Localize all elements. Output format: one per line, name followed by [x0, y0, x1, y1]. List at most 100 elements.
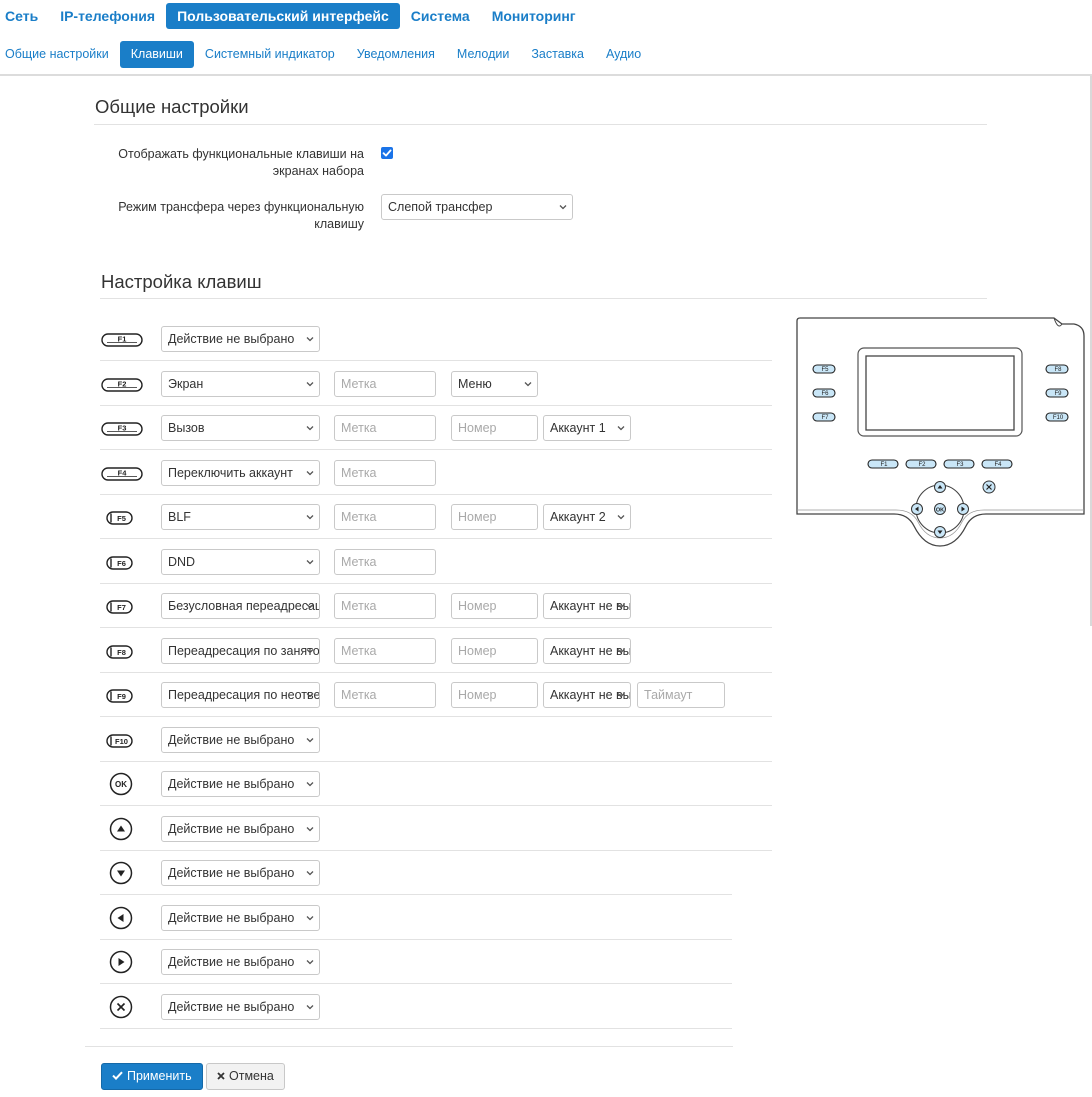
chevron-down-icon [306, 1004, 314, 1009]
checkmark-icon [382, 149, 392, 157]
key-number-input[interactable]: Номер [451, 593, 538, 619]
svg-text:F4: F4 [118, 468, 128, 477]
key-account-select[interactable]: Аккаунт не выбран [543, 593, 631, 619]
key-action-select[interactable]: Экран [161, 370, 320, 397]
subtab-general[interactable]: Общие настройки [0, 41, 120, 68]
down-arrow-icon [109, 861, 133, 885]
apply-button[interactable]: Применить [101, 1063, 203, 1090]
key-number-input[interactable]: Номер [451, 415, 538, 441]
nav-divider [0, 74, 1092, 76]
show-fkeys-label: Отображать функциональные клавиши на экр… [100, 146, 364, 180]
svg-text:F10: F10 [1053, 415, 1064, 421]
key-action-value: Переадресация по неответу [168, 688, 320, 702]
tab-ip-telephony[interactable]: IP-телефония [49, 3, 166, 29]
subtab-screensaver[interactable]: Заставка [520, 41, 595, 68]
ok-key-icon: OK [109, 772, 133, 796]
key-label-input[interactable]: Метка [334, 504, 436, 530]
key-label-input[interactable]: Метка [334, 682, 436, 708]
key-number-input[interactable]: Номер [451, 682, 538, 708]
svg-text:F7: F7 [117, 603, 126, 612]
subtab-keys[interactable]: Клавиши [119, 41, 194, 68]
phone-f8-key: F8 [1045, 364, 1069, 374]
svg-text:F6: F6 [117, 559, 126, 568]
chevron-down-icon [306, 559, 314, 564]
tab-user-interface[interactable]: Пользовательский интерфейс [166, 3, 400, 29]
key-account-select[interactable]: Аккаунт не выбран [543, 637, 631, 664]
key-action-select[interactable]: Действие не выбрано [161, 815, 320, 842]
tab-system[interactable]: Система [400, 3, 481, 29]
key-action-select[interactable]: BLF [161, 504, 320, 530]
subtab-system-indicator[interactable]: Системный индикатор [194, 41, 346, 68]
key-action-select[interactable]: Переадресация по неответу [161, 682, 320, 708]
key-action-select[interactable]: Действие не выбрано [161, 726, 320, 753]
f5-key-icon: F5 [101, 511, 133, 525]
tab-network[interactable]: Сеть [0, 3, 49, 29]
top-navigation: Сеть IP-телефония Пользовательский интер… [0, 3, 587, 29]
transfer-mode-value: Слепой трансфер [388, 200, 493, 214]
general-settings-divider [94, 124, 987, 125]
key-action-select[interactable]: Действие не выбрано [161, 993, 320, 1020]
key-action-select[interactable]: Действие не выбрано [161, 904, 320, 931]
key-number-placeholder: Номер [458, 643, 497, 658]
key-label-placeholder: Метка [341, 554, 377, 569]
key-number-input[interactable]: Номер [451, 637, 538, 664]
key-label-input[interactable]: Метка [334, 415, 436, 441]
phone-illustration: F5 F6 F7 F8 F9 F10 F1 F2 F3 F4 OK [796, 316, 1086, 554]
key-action-select[interactable]: Действие не выбрано [161, 326, 320, 352]
svg-text:F3: F3 [118, 424, 127, 433]
key-number-placeholder: Номер [458, 599, 497, 613]
key-label-input[interactable]: Метка [334, 459, 436, 486]
subtab-audio[interactable]: Аудио [595, 41, 652, 68]
key-screen-select[interactable]: Меню [451, 370, 538, 397]
key-action-value: Действие не выбрано [168, 332, 295, 346]
key-action-select[interactable]: Вызов [161, 415, 320, 441]
chevron-down-icon [306, 426, 314, 431]
svg-text:F9: F9 [117, 692, 126, 701]
key-timeout-input[interactable]: Таймаут [637, 682, 725, 708]
subtab-notifications[interactable]: Уведомления [346, 41, 446, 68]
key-account-select[interactable]: Аккаунт 1 [543, 415, 631, 441]
cancel-button[interactable]: Отмена [206, 1063, 285, 1090]
f2-key-icon: F2 [101, 377, 143, 392]
key-action-select[interactable]: Переключить аккаунт [161, 459, 320, 486]
show-fkeys-checkbox[interactable] [381, 147, 393, 159]
key-action-select[interactable]: DND [161, 548, 320, 575]
key-action-select[interactable]: Действие не выбрано [161, 949, 320, 975]
right-arrow-icon [109, 950, 133, 974]
svg-text:F1: F1 [118, 335, 127, 344]
transfer-mode-label-line2: клавишу [314, 217, 364, 231]
key-action-value: Действие не выбрано [168, 821, 295, 836]
key-action-value: Действие не выбрано [168, 955, 295, 969]
phone-f1-key: F1 [867, 459, 899, 469]
key-label-input[interactable]: Метка [334, 548, 436, 575]
key-action-value: BLF [168, 510, 191, 524]
left-arrow-icon [109, 906, 133, 930]
key-settings-divider [100, 298, 987, 299]
key-label-placeholder: Метка [341, 688, 377, 702]
svg-text:F2: F2 [918, 462, 926, 468]
key-timeout-placeholder: Таймаут [644, 688, 693, 702]
row-divider [100, 805, 772, 806]
tab-monitoring[interactable]: Мониторинг [481, 3, 587, 29]
key-label-input[interactable]: Метка [334, 593, 436, 619]
key-settings-title: Настройка клавиш [101, 271, 262, 292]
transfer-mode-select[interactable]: Слепой трансфер [381, 194, 573, 220]
key-account-select[interactable]: Аккаунт не выбран [543, 682, 631, 708]
phone-f4-key: F4 [981, 459, 1013, 469]
key-label-input[interactable]: Метка [334, 637, 436, 664]
key-action-select[interactable]: Переадресация по занятости [161, 637, 320, 664]
svg-text:F3: F3 [956, 462, 964, 468]
key-action-select[interactable]: Действие не выбрано [161, 771, 320, 797]
key-label-input[interactable]: Метка [334, 370, 436, 397]
svg-text:F1: F1 [880, 462, 888, 468]
chevron-down-icon [306, 604, 314, 609]
key-number-input[interactable]: Номер [451, 504, 538, 530]
subtab-ringtones[interactable]: Мелодии [446, 41, 520, 68]
key-screen-value: Меню [458, 376, 492, 391]
key-account-select[interactable]: Аккаунт 2 [543, 504, 631, 530]
show-fkeys-label-line2: экранах набора [272, 164, 364, 178]
phone-f6-key: F6 [812, 388, 836, 398]
key-action-select[interactable]: Действие не выбрано [161, 860, 320, 886]
svg-text:F5: F5 [117, 514, 126, 523]
key-action-select[interactable]: Безусловная переадресация [161, 593, 320, 619]
